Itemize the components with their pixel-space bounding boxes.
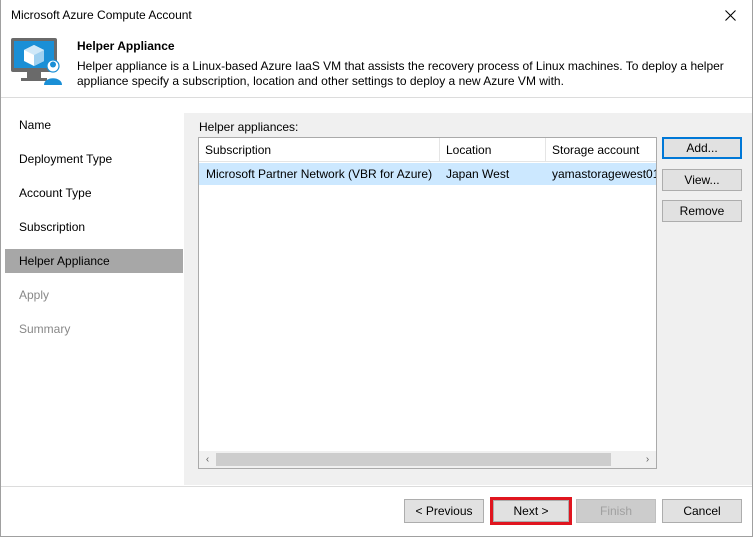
list-header: Subscription Location Storage account [199, 138, 656, 162]
page-title: Helper Appliance [77, 39, 175, 53]
step-account-type[interactable]: Account Type [5, 181, 183, 205]
step-apply: Apply [19, 288, 50, 302]
previous-button[interactable]: < Previous [404, 499, 484, 523]
cell-storage-account: yamastoragewest01 [552, 167, 656, 181]
azure-vm-user-icon [11, 38, 62, 85]
close-button[interactable] [718, 4, 742, 26]
window-title: Microsoft Azure Compute Account [11, 8, 192, 22]
remove-button[interactable]: Remove [662, 200, 742, 222]
wizard-header: Helper Appliance Helper appliance is a L… [1, 30, 752, 98]
finish-button: Finish [576, 499, 656, 523]
wizard-window: Microsoft Azure Compute Account Helper A… [0, 0, 753, 537]
step-summary: Summary [19, 322, 71, 336]
page-description: Helper appliance is a Linux-based Azure … [77, 59, 724, 88]
column-header-subscription[interactable]: Subscription [199, 138, 440, 162]
step-name[interactable]: Name [5, 113, 183, 137]
cell-location: Japan West [446, 167, 510, 181]
step-subscription[interactable]: Subscription [5, 215, 183, 239]
cancel-button[interactable]: Cancel [662, 499, 742, 523]
wizard-steps: Name Deployment Type Account Type Subscr… [5, 113, 183, 351]
step-deployment-type[interactable]: Deployment Type [5, 147, 183, 171]
scroll-right-icon[interactable]: › [639, 451, 656, 468]
table-row[interactable]: Microsoft Partner Network (VBR for Azure… [199, 163, 656, 185]
next-button[interactable]: Next > [493, 500, 569, 522]
helper-appliances-list[interactable]: Subscription Location Storage account Mi… [198, 137, 657, 469]
step-helper-appliance[interactable]: Helper Appliance [5, 249, 183, 273]
cell-subscription: Microsoft Partner Network (VBR for Azure… [206, 167, 433, 181]
helper-appliances-label: Helper appliances: [199, 120, 299, 134]
column-header-location[interactable]: Location [440, 138, 546, 162]
scrollbar-thumb[interactable] [216, 453, 611, 466]
title-bar: Microsoft Azure Compute Account [1, 0, 752, 30]
add-button[interactable]: Add... [662, 137, 742, 159]
scroll-left-icon[interactable]: ‹ [199, 451, 216, 468]
column-header-storage-account[interactable]: Storage account [546, 138, 656, 162]
horizontal-scrollbar[interactable]: ‹ › [199, 451, 656, 468]
view-button[interactable]: View... [662, 169, 742, 191]
close-icon [724, 9, 736, 21]
